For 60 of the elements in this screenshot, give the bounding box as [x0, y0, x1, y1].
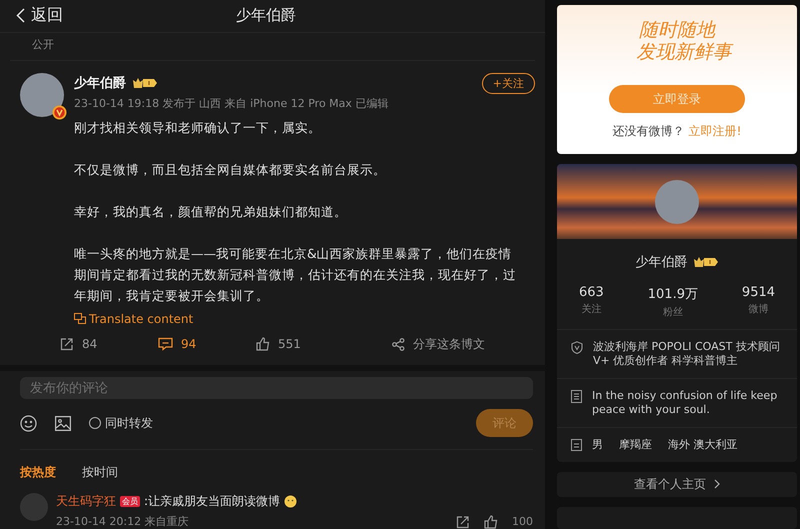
comment-icon [158, 337, 173, 352]
translate-link[interactable]: Translate content [89, 312, 194, 326]
verified-badge-icon [52, 104, 67, 120]
commenter-avatar-placeholder [20, 493, 48, 522]
post-paragraph: 幸好，我的真名，颜值帮的兄弟姐妹们都知道。 [74, 202, 348, 221]
emoji-icon[interactable] [20, 414, 37, 432]
profile-bio: In the noisy confusion of life keep peace with your soul. [592, 389, 778, 417]
repost-checkbox[interactable]: 同时转发 [89, 414, 153, 432]
emoji-face-icon [284, 495, 298, 508]
commenter-name[interactable]: 天生码字狂 [56, 493, 116, 510]
profile-avatar-placeholder [655, 180, 699, 224]
level-badge-icon [692, 256, 718, 268]
id-card-icon [571, 439, 582, 451]
stat-value: 101.9万 [648, 286, 698, 303]
stat-label: 微博 [748, 302, 768, 316]
repost-icon [456, 514, 470, 529]
thumbs-up-icon [484, 514, 498, 529]
sort-tab[interactable]: 按时间 [82, 464, 118, 482]
author-name[interactable]: 少年伯爵 [74, 74, 126, 92]
slogan-text: 随时随地 [639, 19, 715, 41]
comment-input-field[interactable]: 发布你的评论 [20, 377, 533, 400]
chevron-left-icon [16, 8, 25, 24]
profile-name: 少年伯爵 [636, 254, 688, 271]
profile-detail: 摩羯座 [619, 438, 652, 452]
chevron-right-icon [714, 479, 720, 490]
stat-label: 关注 [581, 302, 602, 316]
post-paragraph: 刚才找相关领导和老师确认了一下，属实。 [74, 118, 322, 137]
view-profile-button[interactable]: 查看个人主页 [557, 472, 797, 496]
sort-tab[interactable]: 按热度 [20, 464, 56, 482]
post-paragraph: 不仅是微博，而且包括全网自媒体都要实名前台展示。 [74, 160, 387, 179]
comment-button[interactable]: 94 [158, 336, 256, 353]
follow-button[interactable]: +关注 [482, 72, 535, 94]
repost-icon [60, 337, 74, 352]
profile-detail: 男 [592, 438, 603, 452]
page-title: 少年伯爵 [235, 6, 297, 26]
document-icon [571, 390, 582, 403]
stat-value: 663 [578, 285, 604, 300]
visibility-label: 公开 [10, 32, 535, 61]
post-paragraph: 唯一头疼的地方就是——我可能要在北京&山西家族群里暴露了，他们在疫情期间肯定都看过我的无数新冠科普微博，估计还有的在关注我，现在好了，过年期间，我肯定要被开会集训了。 [74, 244, 517, 305]
image-icon[interactable] [55, 416, 71, 431]
like-button[interactable]: 551 [256, 336, 354, 353]
post-meta: 23-10-14 19:18 发布于 山西 来自 iPhone 12 Pro Max 已编辑 [74, 96, 390, 111]
repost-button[interactable]: 84 [60, 336, 158, 353]
stat-label: 粉丝 [662, 306, 683, 319]
member-badge: 会员 [120, 496, 140, 508]
back-button[interactable]: 返回 [16, 5, 63, 26]
slogan-text: 发现新鲜事 [636, 41, 732, 63]
share-button[interactable]: 分享这条博文 [392, 336, 485, 353]
level-badge-icon [132, 77, 158, 90]
thumbs-up-icon [256, 337, 270, 352]
verified-info: 波波利海岸 POPOLI COAST 技术顾问 V+ 优质创作者 科学科普博主 [593, 340, 781, 368]
like-count: 100 [512, 515, 533, 528]
translate-icon [74, 313, 86, 324]
register-prompt: 还没有微博？ [612, 123, 685, 140]
share-icon [392, 338, 405, 351]
shield-icon [571, 341, 583, 354]
stat-value: 9514 [742, 285, 776, 300]
comment-text: :让亲戚朋友当面朗读微博 [144, 493, 280, 510]
comment-meta: 23-10-14 20:12 来自重庆 [56, 514, 189, 529]
profile-detail: 海外 澳大利亚 [668, 438, 738, 452]
